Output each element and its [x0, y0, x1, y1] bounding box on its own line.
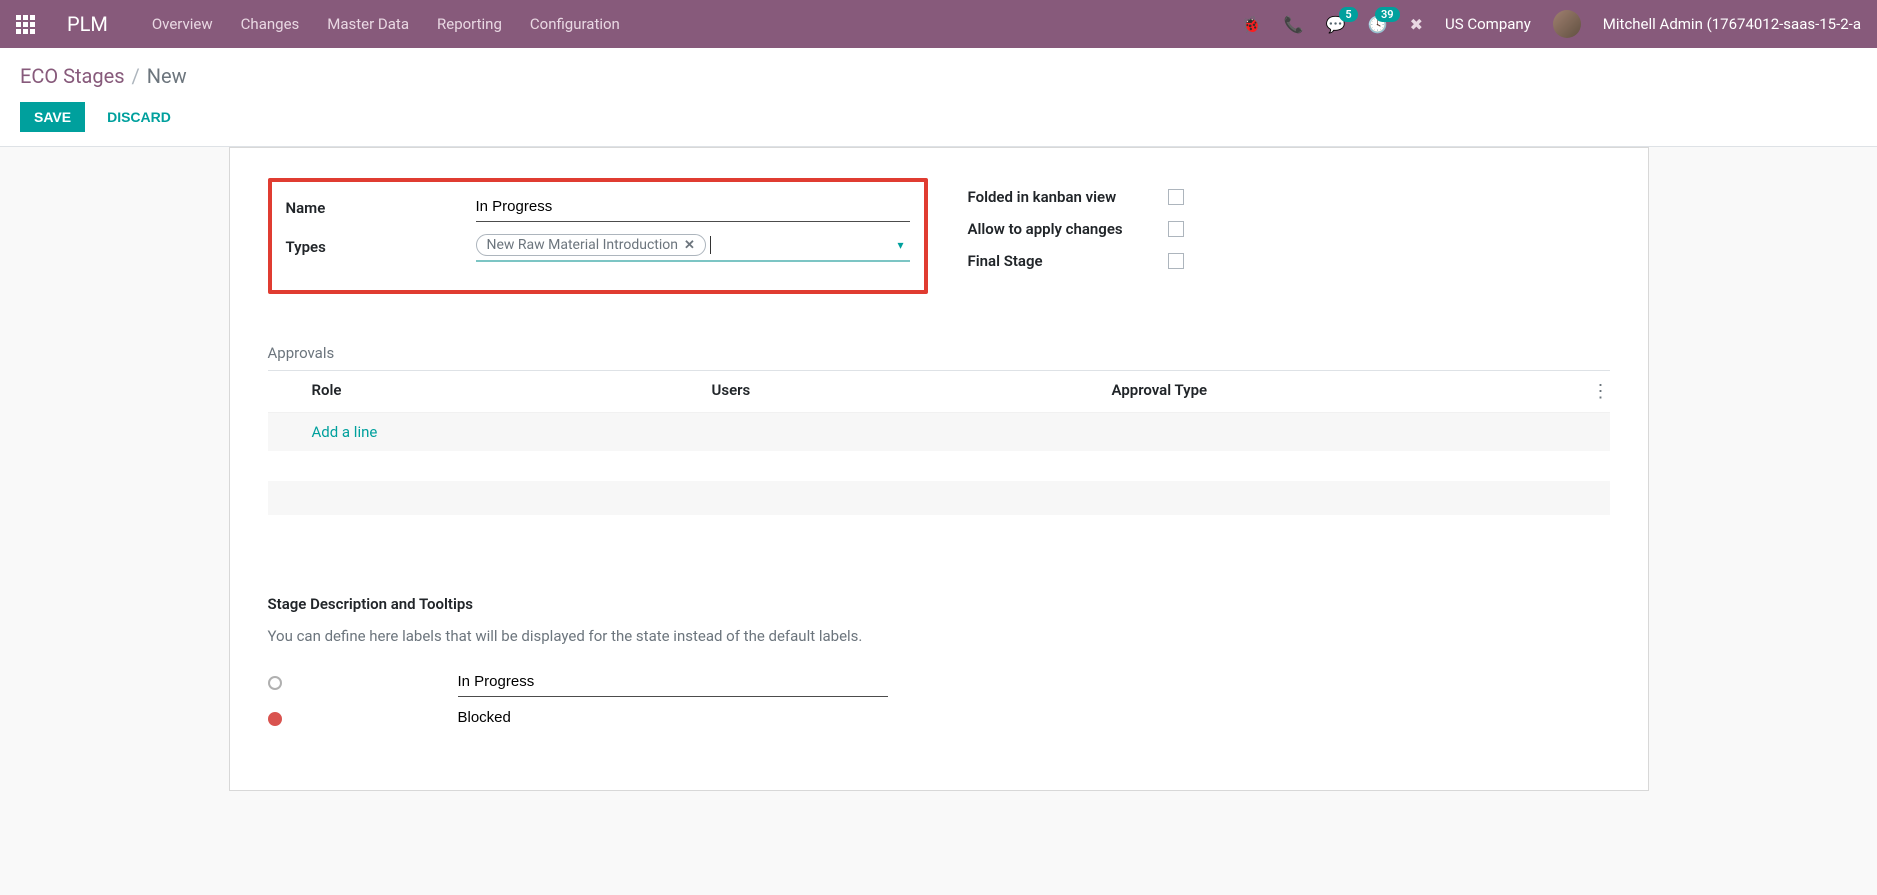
tag-remove-icon[interactable]: ✕: [684, 238, 695, 253]
app-name[interactable]: PLM: [67, 12, 108, 36]
nav-item-master-data[interactable]: Master Data: [327, 15, 409, 33]
breadcrumb-current: New: [147, 64, 187, 88]
navbar-left: PLM Overview Changes Master Data Reporti…: [16, 12, 620, 36]
nav-menu: Overview Changes Master Data Reporting C…: [152, 15, 620, 33]
breadcrumb-parent[interactable]: ECO Stages: [20, 64, 125, 88]
nav-item-configuration[interactable]: Configuration: [530, 15, 620, 33]
col-approval-type: Approval Type: [1112, 381, 1570, 402]
final-checkbox[interactable]: [1168, 253, 1184, 269]
approvals-title: Approvals: [268, 344, 1610, 362]
avatar[interactable]: [1553, 10, 1581, 38]
approvals-footer: [268, 481, 1610, 515]
kebab-icon[interactable]: ⋮: [1570, 381, 1610, 402]
state-dot-red-icon: [268, 712, 282, 726]
add-line-link[interactable]: Add a line: [312, 423, 378, 441]
form-container: Name Types New Raw Material Introduction…: [0, 147, 1877, 791]
types-input[interactable]: New Raw Material Introduction ✕ ▾: [476, 232, 910, 262]
control-panel: ECO Stages / New SAVE DISCARD: [0, 48, 1877, 147]
messages-icon[interactable]: 💬5: [1326, 15, 1346, 34]
allow-row: Allow to apply changes: [968, 220, 1610, 238]
tools-icon[interactable]: ✖: [1410, 15, 1423, 34]
folded-checkbox[interactable]: [1168, 189, 1184, 205]
nav-item-changes[interactable]: Changes: [241, 15, 300, 33]
text-cursor: [710, 236, 711, 254]
bug-icon[interactable]: 🐞: [1242, 15, 1262, 34]
breadcrumb-separator: /: [132, 64, 140, 88]
breadcrumb: ECO Stages / New: [20, 64, 1857, 88]
name-field-row: Name: [286, 194, 910, 222]
phone-icon[interactable]: 📞: [1284, 15, 1304, 34]
company-selector[interactable]: US Company: [1445, 15, 1531, 33]
user-menu[interactable]: Mitchell Admin (17674012-saas-15-2-a: [1603, 15, 1861, 33]
description-help: You can define here labels that will be …: [268, 627, 1610, 645]
activities-badge: 39: [1375, 7, 1400, 22]
types-label: Types: [286, 238, 476, 256]
allow-checkbox[interactable]: [1168, 221, 1184, 237]
final-label: Final Stage: [968, 252, 1168, 270]
navbar-right: 🐞 📞 💬5 🕓39 ✖ US Company Mitchell Admin (…: [1242, 10, 1861, 38]
folded-row: Folded in kanban view: [968, 188, 1610, 206]
name-label: Name: [286, 199, 476, 217]
dropdown-caret-icon[interactable]: ▾: [897, 238, 903, 252]
nav-item-reporting[interactable]: Reporting: [437, 15, 502, 33]
state-blocked-input[interactable]: [458, 705, 888, 732]
state-normal-row: [268, 669, 1610, 697]
top-navbar: PLM Overview Changes Master Data Reporti…: [0, 0, 1877, 48]
save-button[interactable]: SAVE: [20, 102, 85, 132]
approvals-table: Role Users Approval Type ⋮ Add a line: [268, 370, 1610, 515]
approvals-header: Role Users Approval Type ⋮: [268, 371, 1610, 413]
allow-label: Allow to apply changes: [968, 220, 1168, 238]
messages-badge: 5: [1339, 7, 1357, 22]
form-top-row: Name Types New Raw Material Introduction…: [268, 178, 1610, 294]
form-sheet: Name Types New Raw Material Introduction…: [229, 147, 1649, 791]
approvals-body: Add a line: [268, 413, 1610, 451]
action-buttons: SAVE DISCARD: [20, 102, 1857, 132]
activities-icon[interactable]: 🕓39: [1368, 15, 1388, 34]
state-dot-grey-icon: [268, 676, 282, 690]
types-tag: New Raw Material Introduction ✕: [476, 234, 706, 256]
description-title: Stage Description and Tooltips: [268, 595, 1610, 613]
col-users: Users: [712, 381, 1112, 402]
nav-item-overview[interactable]: Overview: [152, 15, 213, 33]
checkbox-fields: Folded in kanban view Allow to apply cha…: [968, 178, 1610, 294]
types-field-row: Types New Raw Material Introduction ✕ ▾: [286, 232, 910, 262]
final-row: Final Stage: [968, 252, 1610, 270]
types-tag-label: New Raw Material Introduction: [487, 237, 678, 253]
name-input[interactable]: [476, 194, 910, 222]
col-role: Role: [312, 381, 712, 402]
discard-button[interactable]: DISCARD: [103, 102, 175, 132]
state-normal-input[interactable]: [458, 669, 888, 697]
highlighted-fields: Name Types New Raw Material Introduction…: [268, 178, 928, 294]
folded-label: Folded in kanban view: [968, 188, 1168, 206]
apps-icon[interactable]: [16, 15, 35, 34]
state-blocked-row: [268, 705, 1610, 732]
